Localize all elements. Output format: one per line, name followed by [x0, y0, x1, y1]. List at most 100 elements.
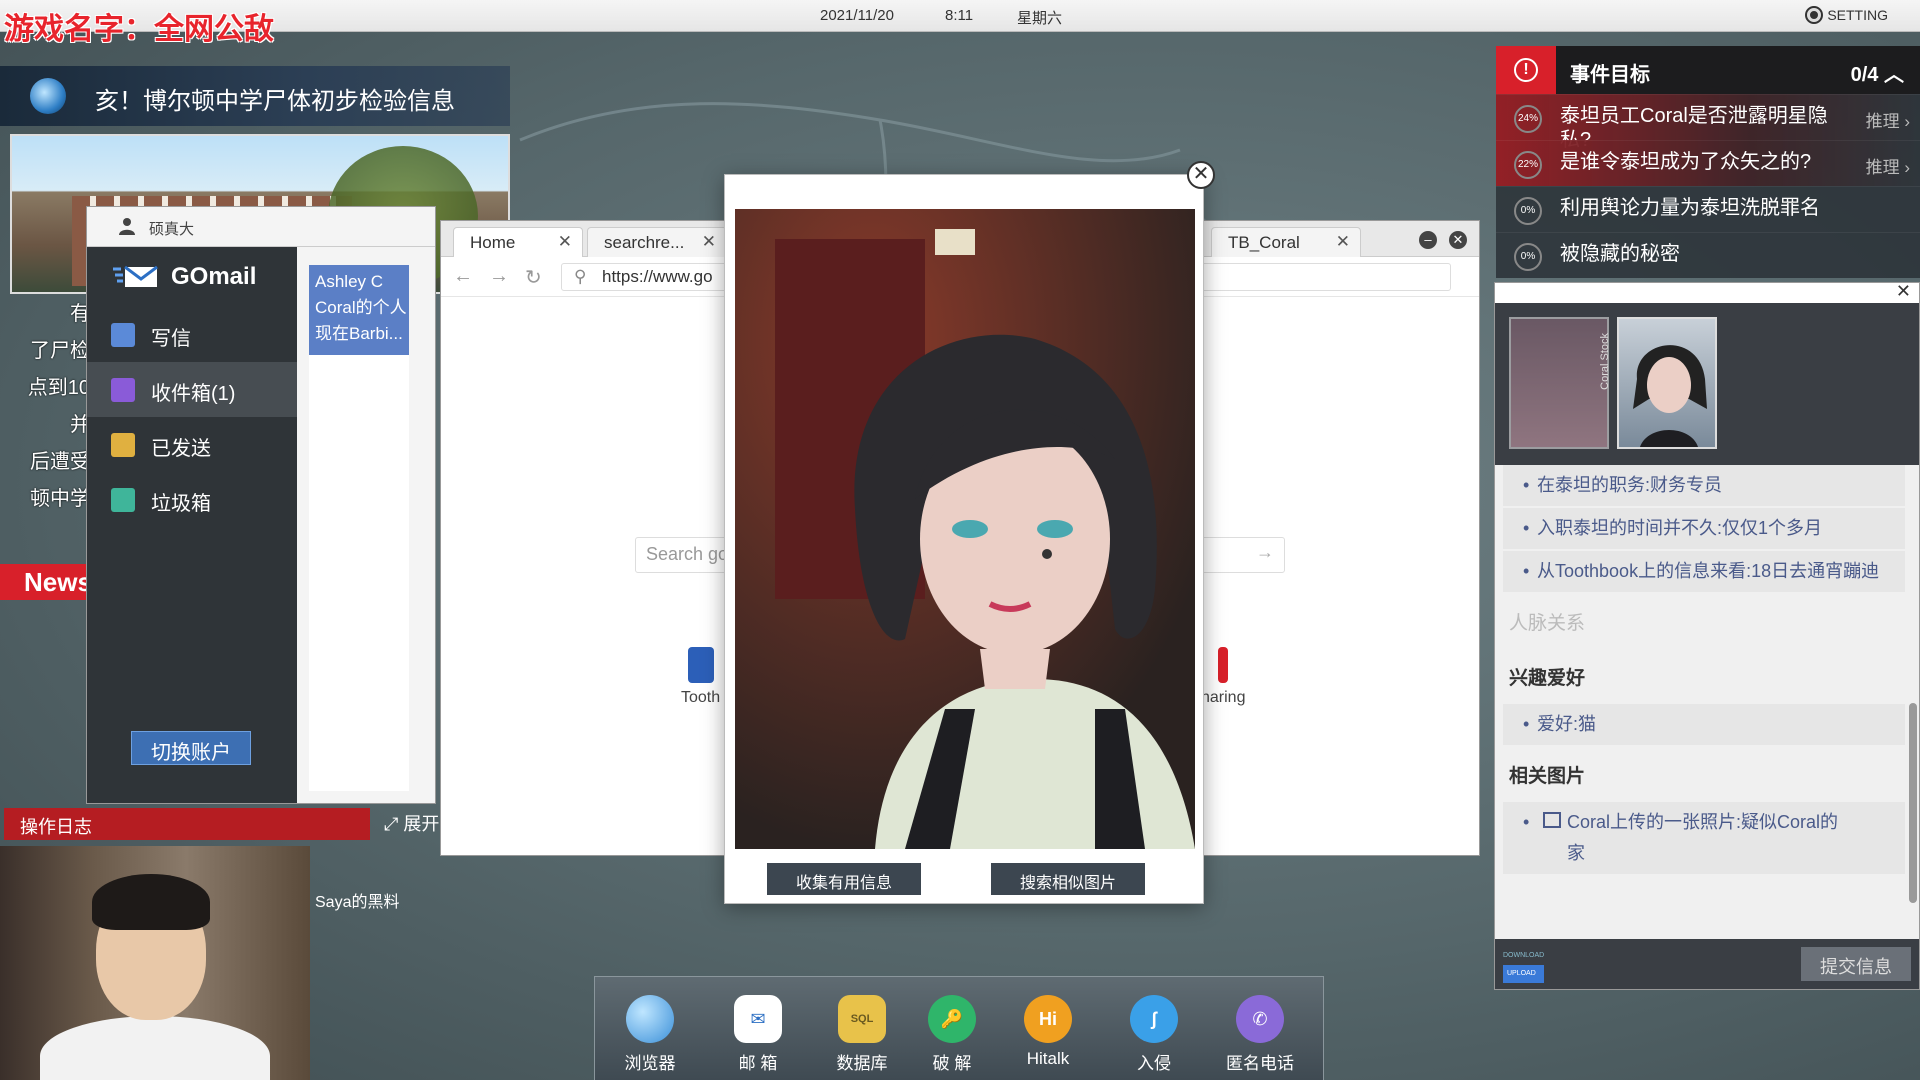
objective-item[interactable]: 22% 是谁令泰坦成为了众矢之的? 推理 ›	[1496, 140, 1920, 186]
portrait-name-label: Coral Stock	[1599, 333, 1611, 390]
news-tag: News	[0, 564, 88, 600]
progress-ring: 0%	[1514, 197, 1542, 225]
mail-preview-item[interactable]: Ashley C Coral的个人 现在Barbi...	[309, 265, 409, 355]
dock-browser[interactable]: 浏览器	[605, 995, 695, 1074]
tab-label: Home	[470, 233, 516, 252]
profile-facts-list: 在泰坦的职务:财务专员 入职泰坦的时间并不久:仅仅1个多月 从Toothbook…	[1495, 465, 1905, 939]
objective-text: 被隐藏的秘密	[1560, 243, 1680, 265]
close-icon[interactable]: ✕	[1896, 281, 1911, 302]
globe-icon	[30, 78, 66, 114]
fact-item[interactable]: 在泰坦的职务:财务专员	[1503, 465, 1905, 506]
search-go-icon[interactable]: →	[1256, 542, 1274, 563]
tab-search[interactable]: searchre... ✕	[587, 227, 727, 257]
inbox-icon	[111, 378, 135, 402]
phone-icon: ✆	[1236, 995, 1284, 1043]
objective-item[interactable]: 0% 被隐藏的秘密	[1496, 232, 1920, 278]
mail-brand: GOmail	[171, 263, 257, 290]
mail-nav-inbox[interactable]: 收件箱(1)	[87, 362, 297, 417]
image-icon	[1543, 812, 1561, 828]
objective-item[interactable]: 0% 利用舆论力量为泰坦洗脱罪名	[1496, 186, 1920, 232]
quick-link-toothbook[interactable]: Tooth	[681, 647, 720, 707]
quick-link-sharing[interactable]: haring	[1201, 647, 1245, 707]
dock-hack[interactable]: ʃ 入侵	[1109, 995, 1199, 1074]
reload-icon[interactable]: ↻	[525, 265, 542, 290]
url-text: https://www.go	[602, 267, 713, 286]
tab-label: searchre...	[604, 233, 685, 252]
tab-tb-coral[interactable]: TB_Coral ✕	[1211, 227, 1361, 257]
portrait-coral[interactable]	[1617, 317, 1717, 449]
minimize-icon[interactable]: –	[1419, 231, 1437, 249]
dock-database[interactable]: SQL 数据库	[817, 995, 907, 1074]
submit-info-button[interactable]: 提交信息	[1801, 947, 1911, 981]
objective-text: 是谁令泰坦成为了众矢之的?	[1560, 151, 1812, 173]
reason-button[interactable]: 推理 ›	[1866, 153, 1910, 178]
stream-title-overlay: 游戏名字：全网公敌	[4, 12, 274, 47]
dock-crack[interactable]: 🔑 破 解	[907, 995, 997, 1074]
quick-link-label: Tooth	[681, 689, 721, 706]
mail-username: 硕真大	[149, 221, 195, 238]
time-label: 8:11	[945, 7, 974, 24]
objectives-count: 0/4 ︿	[1850, 64, 1904, 86]
mail-nav-label: 垃圾箱	[151, 493, 211, 515]
hook-icon: ʃ	[1130, 995, 1178, 1043]
date-label: 2021/11/20	[820, 7, 894, 24]
operation-log-bar[interactable]: 操作日志	[4, 808, 370, 840]
close-window-icon[interactable]: ✕	[1449, 231, 1467, 249]
objectives-title: 事件目标	[1570, 64, 1650, 86]
section-network: 人脉关系	[1509, 613, 1586, 634]
user-icon	[119, 218, 135, 235]
close-tab-icon[interactable]: ✕	[702, 232, 716, 252]
profile-panel: ✕ Coral Stock 在泰坦的职务:财务专员 入职泰坦的时间并不久:仅仅1…	[1494, 281, 1920, 990]
forward-icon[interactable]: →	[489, 265, 509, 288]
mail-sender: Ashley C	[315, 272, 384, 291]
back-icon[interactable]: ←	[453, 265, 473, 288]
objectives-header[interactable]: ! 事件目标 0/4 ︿	[1496, 46, 1920, 94]
progress-ring: 22%	[1514, 151, 1542, 179]
tab-home[interactable]: Home ✕	[453, 227, 583, 257]
mail-nav-compose[interactable]: 写信	[87, 307, 297, 362]
mail-nav-label: 已发送	[151, 438, 211, 460]
news-headline: 亥！博尔顿中学尸体初步检验信息	[95, 88, 455, 115]
trash-icon	[111, 488, 135, 512]
close-tab-icon[interactable]: ✕	[1336, 232, 1350, 252]
top-status-bar: 2021/11/20 8:11 星期六 SETTING	[0, 0, 1920, 32]
portrait-previous[interactable]	[1509, 317, 1609, 449]
dock-anon-phone[interactable]: ✆ 匿名电话	[1215, 995, 1305, 1074]
close-tab-icon[interactable]: ✕	[558, 232, 572, 252]
mail-snippet: 现在Barbi...	[315, 324, 403, 343]
objective-item[interactable]: 24% 泰坦员工Coral是否泄露明星隐私? 推理 ›	[1496, 94, 1920, 151]
section-hobbies: 兴趣爱好	[1509, 668, 1586, 689]
saya-label: Saya的黑料	[315, 894, 400, 911]
setting-button[interactable]: SETTING	[1805, 6, 1888, 24]
search-placeholder: Search go	[646, 544, 729, 564]
switch-account-button[interactable]: 切换账户	[131, 731, 251, 765]
mail-icon: ✉	[734, 995, 782, 1043]
coral-photo	[735, 209, 1195, 849]
quick-link-label: haring	[1201, 689, 1246, 706]
image-viewer-popup: ✕ 收集有用信息 搜索相似图片	[724, 161, 1215, 904]
search-similar-button[interactable]: 搜索相似图片	[991, 863, 1145, 895]
image-fact-text: Coral上传的一张照片:疑似Coral的家	[1567, 812, 1839, 863]
fact-item[interactable]: 入职泰坦的时间并不久:仅仅1个多月	[1503, 508, 1905, 549]
fact-item[interactable]: 从Toothbook上的信息来看:18日去通宵蹦迪	[1503, 551, 1905, 592]
mail-nav-label: 收件箱(1)	[151, 383, 236, 405]
objective-text: 利用舆论力量为泰坦洗脱罪名	[1560, 197, 1820, 219]
sharing-icon	[1218, 647, 1229, 683]
scrollbar[interactable]	[1909, 703, 1917, 903]
mail-nav-trash[interactable]: 垃圾箱	[87, 472, 297, 527]
mail-snippet: Coral的个人	[315, 298, 407, 317]
dock-hitalk[interactable]: Hi Hitalk	[1003, 995, 1093, 1069]
dock-mail[interactable]: ✉ 邮 箱	[713, 995, 803, 1074]
toothbook-icon	[687, 647, 714, 683]
mail-nav-sent[interactable]: 已发送	[87, 417, 297, 472]
image-fact-item[interactable]: Coral上传的一张照片:疑似Coral的家	[1503, 802, 1905, 874]
expand-button[interactable]: ⤢ 展开	[384, 810, 439, 836]
transfer-status: DOWNLOAD UPLOAD	[1503, 947, 1545, 983]
news-banner: 亥！博尔顿中学尸体初步检验信息	[0, 66, 510, 126]
mail-user-bar: 硕真大	[87, 207, 435, 247]
fact-item[interactable]: 爱好:猫	[1503, 704, 1905, 745]
reason-button[interactable]: 推理 ›	[1866, 107, 1910, 132]
news-body-text: 有 了尸检 点到10 并 后遭受 顿中学	[27, 303, 90, 510]
collect-info-button[interactable]: 收集有用信息	[767, 863, 921, 895]
close-icon[interactable]: ✕	[1187, 161, 1215, 189]
